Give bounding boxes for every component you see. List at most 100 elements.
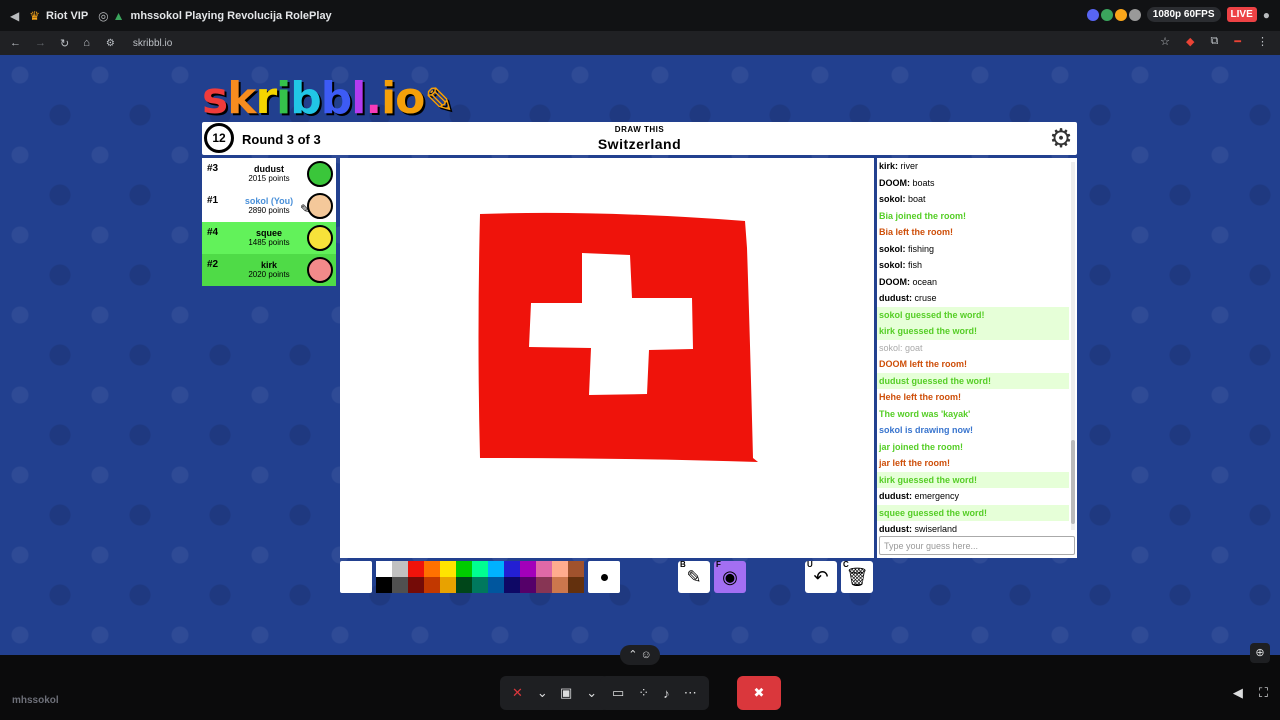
address-bar[interactable]: skribbl.io <box>133 38 172 49</box>
palette-color-swatch[interactable] <box>392 561 408 577</box>
reload-icon[interactable]: ↻ <box>60 37 69 50</box>
leave-call-icon: ✖ <box>753 685 765 700</box>
chat-message: kirk guessed the word! <box>877 323 1069 340</box>
palette-color-swatch[interactable] <box>520 561 536 577</box>
palette-color-swatch[interactable] <box>488 577 504 593</box>
chat-message: sokol: fishing <box>879 243 935 254</box>
palette-color-swatch[interactable] <box>392 577 408 593</box>
brush-tool-button[interactable]: B ✎ <box>678 560 710 593</box>
player-row[interactable]: #2 kirk 2020 points <box>202 254 336 286</box>
clear-tool-button[interactable]: C 🗑 <box>841 560 873 593</box>
volume-icon[interactable]: ◀ <box>1233 685 1243 701</box>
quality-badge: 1080p 60FPS <box>1146 7 1221 22</box>
chat-scrollbar[interactable] <box>1071 162 1075 530</box>
current-color-swatch[interactable] <box>340 561 372 593</box>
player-row[interactable]: #3 dudust 2015 points <box>202 158 336 190</box>
player-points: 2890 points <box>248 206 290 215</box>
palette-color-swatch[interactable] <box>568 561 584 577</box>
palette-color-swatch[interactable] <box>504 577 520 593</box>
chat-message-text: emergency <box>914 491 960 501</box>
more-options-icon[interactable]: ⋯ <box>684 685 697 701</box>
viewer-avatars[interactable] <box>1086 8 1141 21</box>
fullscreen-icon[interactable]: ⛶ <box>1259 685 1268 701</box>
chat-message-text: sokol guessed the word! <box>879 309 985 320</box>
guess-input[interactable] <box>879 536 1075 555</box>
drawing-canvas[interactable] <box>340 158 874 558</box>
site-info-icon[interactable]: ⚙ <box>106 38 115 49</box>
palette-color-swatch[interactable] <box>520 577 536 593</box>
chat-message: The word was 'kayak' <box>877 406 1069 423</box>
chat-message-text: river <box>900 161 919 171</box>
fill-tool-icon: ◉ <box>722 567 738 587</box>
player-points: 1485 points <box>248 238 290 247</box>
chat-message-text: fish <box>908 260 923 270</box>
menu-icon[interactable]: ⋮ <box>1257 35 1268 48</box>
chat-message: Bia joined the room! <box>877 208 1069 225</box>
shortcut-key: F <box>716 560 721 569</box>
chat-message: sokol: boat <box>879 194 926 204</box>
palette-color-swatch[interactable] <box>440 577 456 593</box>
palette-color-swatch[interactable] <box>536 561 552 577</box>
soundboard-icon[interactable]: ♪ <box>663 686 670 701</box>
palette-color-swatch[interactable] <box>488 561 504 577</box>
palette-color-swatch[interactable] <box>552 577 568 593</box>
palette-color-swatch[interactable] <box>472 577 488 593</box>
screen-share-icon[interactable]: ▭ <box>612 685 624 701</box>
palette-color-swatch[interactable] <box>472 561 488 577</box>
chat-panel: kirk: river DOOM: boats sokol: boat Bia joi… <box>877 158 1077 558</box>
expand-participants-button[interactable]: ⌃ ☺ <box>620 645 660 665</box>
palette-color-swatch[interactable] <box>424 577 440 593</box>
chat-message-text: The word was 'kayak' <box>879 408 971 419</box>
activity-controls[interactable]: ▭ ⁘ ♪ ⋯ <box>600 676 709 710</box>
palette-color-swatch[interactable] <box>552 561 568 577</box>
fill-tool-button[interactable]: F ◉ <box>714 560 746 593</box>
canvas-drawing <box>478 212 758 462</box>
chat-bubble-icon[interactable]: ● <box>1263 8 1270 22</box>
palette-color-swatch[interactable] <box>568 577 584 593</box>
activities-icon[interactable]: ⁘ <box>638 685 649 701</box>
settings-gear-icon[interactable]: ⚙ <box>1047 124 1075 152</box>
back-icon[interactable]: ← <box>10 37 21 50</box>
volume-icon[interactable]: ◀ <box>10 9 19 23</box>
player-row[interactable]: #4 squee 1485 points <box>202 222 336 254</box>
forward-icon[interactable]: → <box>35 37 46 50</box>
undo-tool-button[interactable]: U ↶ <box>805 560 837 593</box>
player-list: #3 dudust 2015 points #1 sokol (You) 2890 poi… <box>202 158 336 286</box>
palette-color-swatch[interactable] <box>536 577 552 593</box>
zoom-icon[interactable]: ⊕ <box>1250 643 1270 663</box>
palette-color-swatch[interactable] <box>504 561 520 577</box>
brush-size-selector[interactable] <box>588 561 620 593</box>
palette-color-swatch[interactable] <box>408 561 424 577</box>
disconnect-button[interactable]: ✖ <box>737 676 781 710</box>
vip-label[interactable]: Riot VIP <box>46 10 88 22</box>
mic-options-chevron-icon[interactable]: ⌄ <box>537 685 548 701</box>
chat-message: dudust: swiserland <box>879 524 958 534</box>
bookmark-star-icon[interactable]: ☆ <box>1160 35 1170 48</box>
puzzle-icon[interactable]: ⧉ <box>1211 35 1219 48</box>
extension-icon[interactable]: ◆ <box>1186 35 1194 48</box>
profile-icon[interactable]: ━ <box>1234 35 1241 48</box>
chat-message-user: sokol <box>879 260 903 270</box>
chat-message-user: dudust <box>879 524 909 534</box>
palette-color-swatch[interactable] <box>376 577 392 593</box>
palette-color-swatch[interactable] <box>440 561 456 577</box>
chat-messages: kirk: river DOOM: boats sokol: boat Bia joi… <box>877 158 1069 534</box>
chat-message-user: DOOM <box>879 276 907 287</box>
player-points: 2015 points <box>248 174 290 183</box>
crown-icon: ♛ <box>29 8 40 23</box>
chat-message-text: fishing <box>908 243 935 254</box>
camera-options-chevron-icon[interactable]: ⌄ <box>586 685 597 701</box>
camera-off-icon[interactable]: ▣ <box>560 685 572 701</box>
home-icon[interactable]: ⌂ <box>83 37 90 50</box>
player-avatar <box>307 257 333 283</box>
palette-color-swatch[interactable] <box>456 561 472 577</box>
palette-color-swatch[interactable] <box>408 577 424 593</box>
chat-message: DOOM: ocean <box>879 276 938 287</box>
palette-color-swatch[interactable] <box>456 577 472 593</box>
palette-color-swatch[interactable] <box>376 561 392 577</box>
chat-message-text: jar joined the room! <box>879 441 964 452</box>
mute-mic-icon[interactable]: ✕ <box>512 685 523 701</box>
player-row[interactable]: #1 sokol (You) 2890 points ✎ <box>202 190 336 222</box>
palette-color-swatch[interactable] <box>424 561 440 577</box>
chat-message: sokol: fish <box>879 260 923 270</box>
